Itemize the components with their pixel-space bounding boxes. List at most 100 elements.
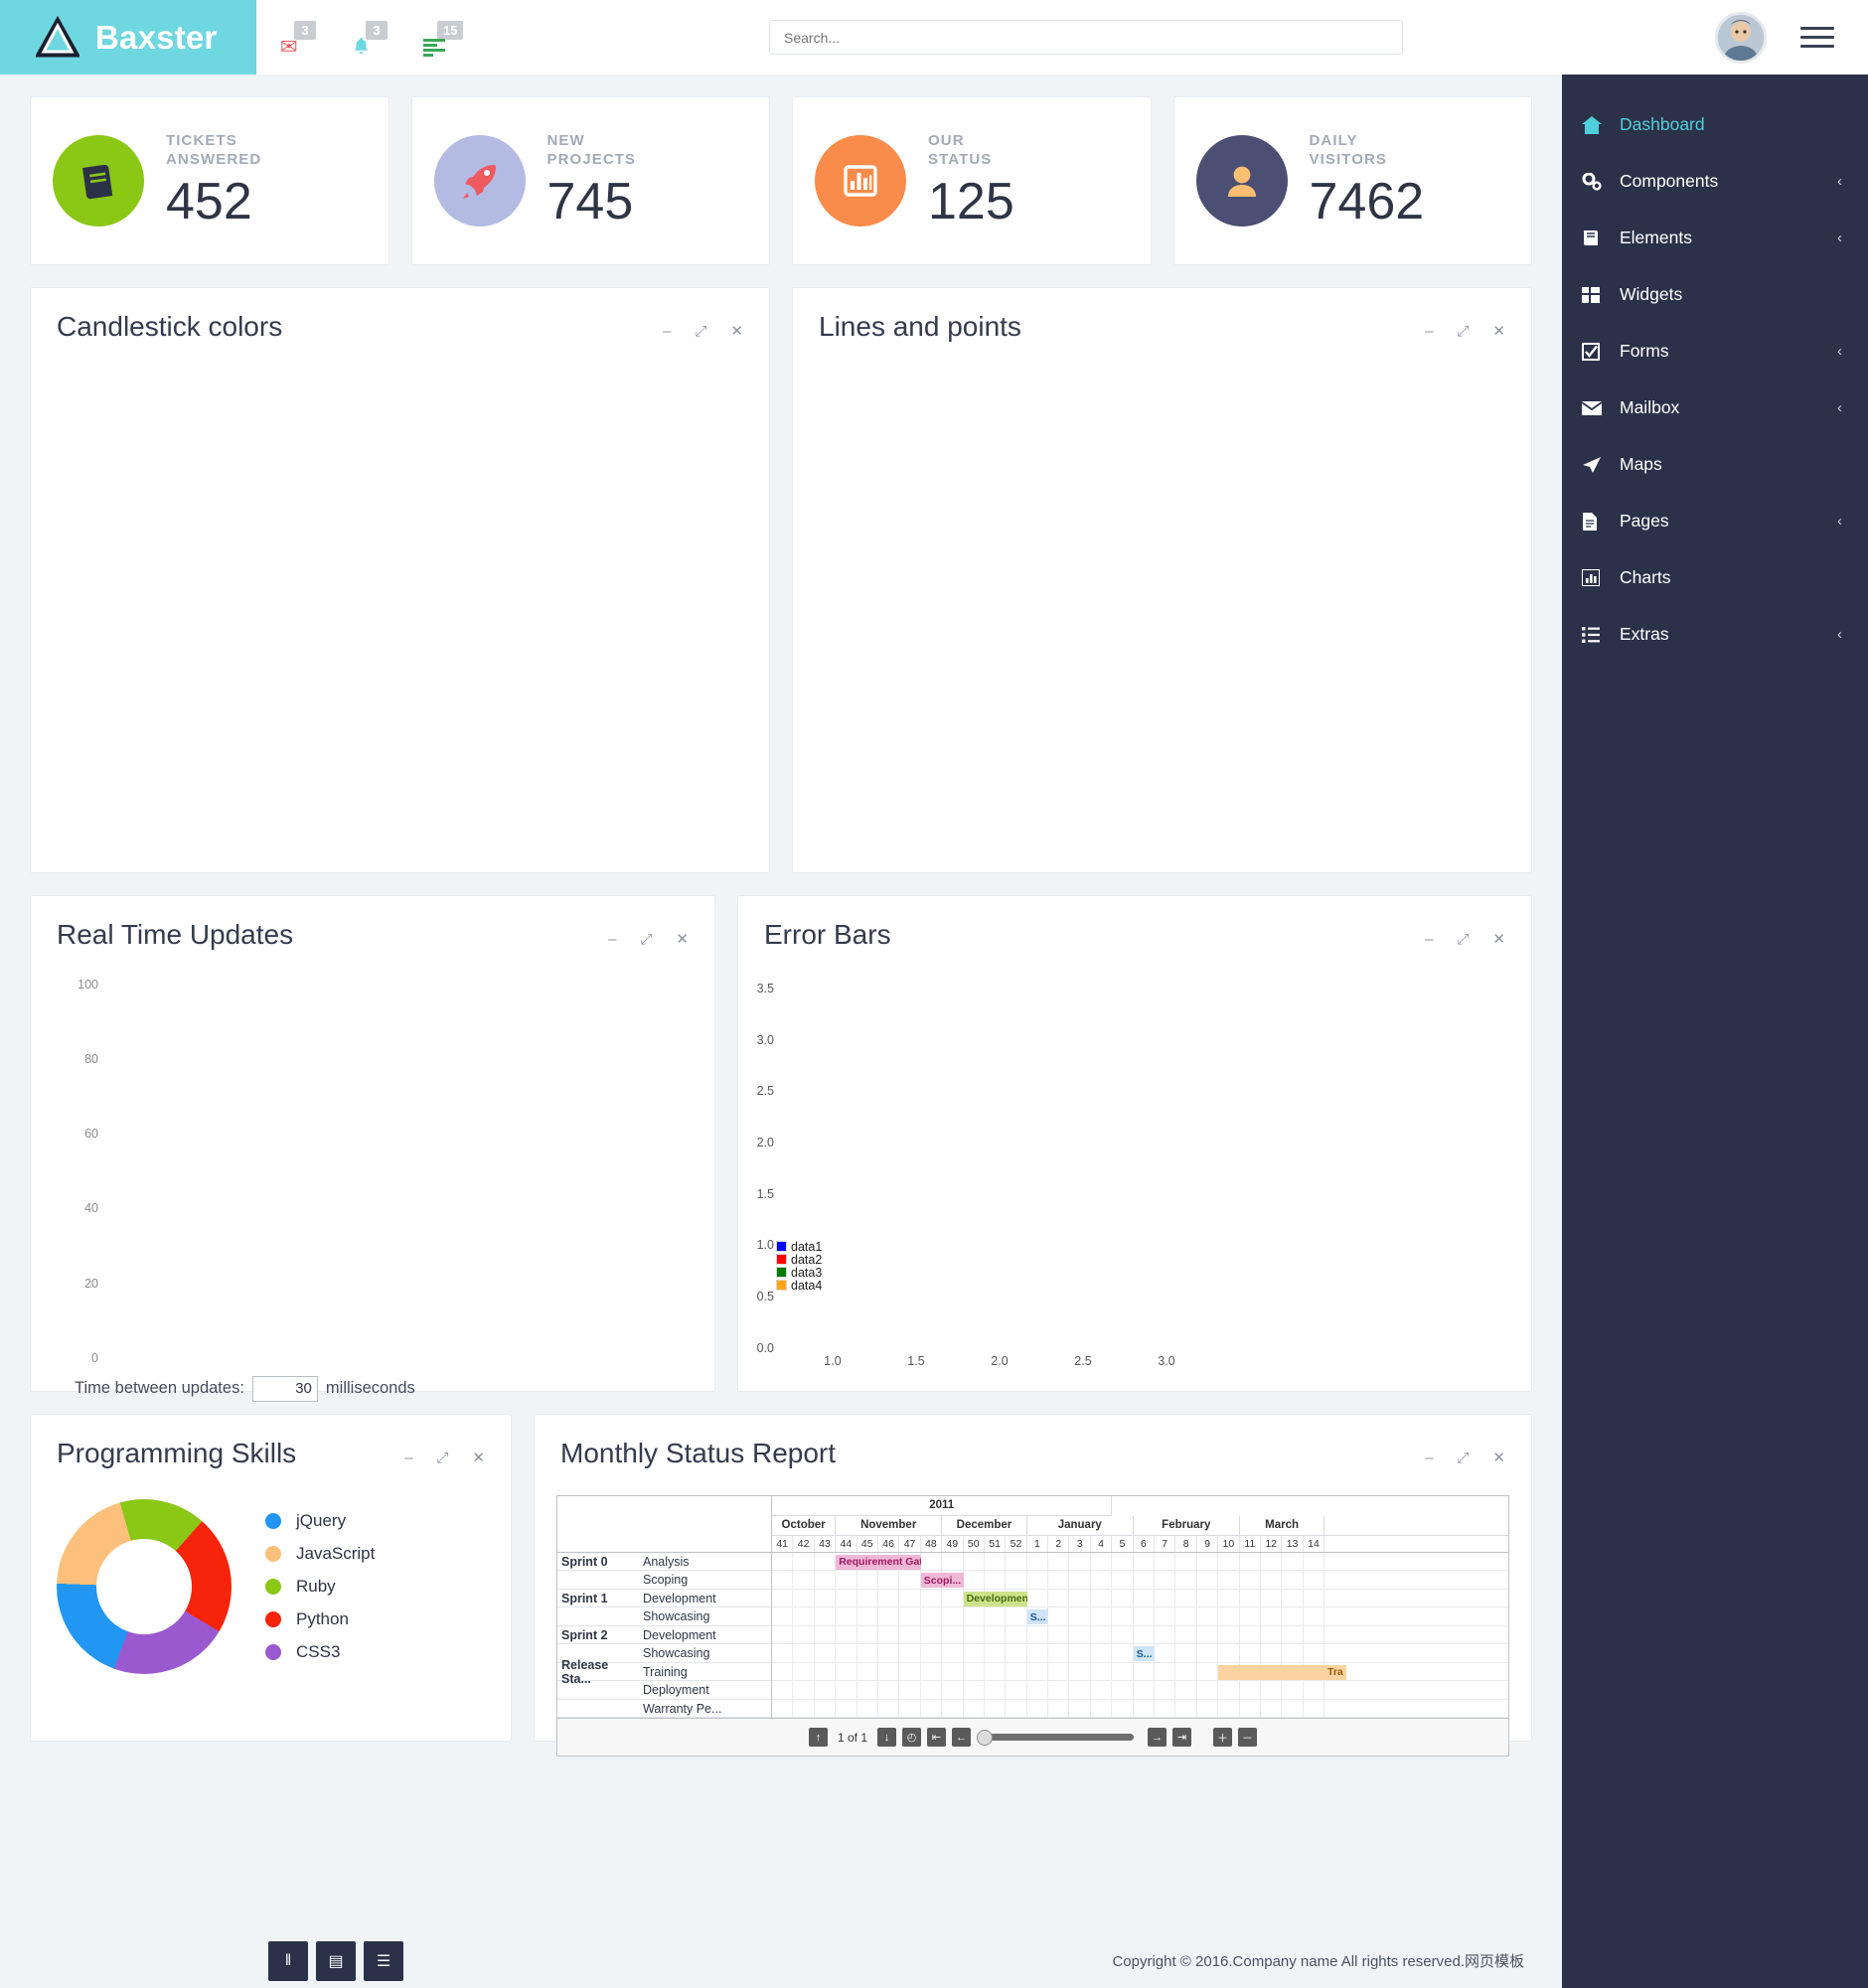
gantt-cell (1218, 1644, 1240, 1662)
search-input[interactable] (769, 20, 1403, 55)
gantt-week-label: 7 (1155, 1535, 1176, 1552)
close-icon[interactable]: ✕ (1492, 324, 1505, 339)
hamburger-menu[interactable] (1800, 27, 1834, 48)
gantt-bar[interactable]: Development (963, 1591, 1027, 1606)
brand-block[interactable]: Baxster (0, 0, 256, 75)
avatar[interactable] (1715, 11, 1767, 64)
gantt-scroll-down-button[interactable]: ↓ (877, 1728, 897, 1748)
gantt-cell (1240, 1644, 1261, 1662)
minimize-icon[interactable]: – (1425, 1451, 1433, 1465)
gantt-cell (1112, 1662, 1134, 1681)
stat-card-row: TICKETS ANSWERED 452 NEW PROJECTS 745 OU… (0, 96, 1562, 265)
legend-item[interactable]: CSS3 (265, 1642, 375, 1662)
close-icon[interactable]: ✕ (730, 324, 743, 339)
gantt-next-button[interactable]: → (1148, 1728, 1168, 1748)
legend-item[interactable]: Python (265, 1609, 375, 1629)
gantt-row-label: Sprint 0 Analysis (557, 1553, 771, 1572)
gantt-cell (1134, 1625, 1156, 1644)
minimize-icon[interactable]: – (1425, 324, 1433, 339)
minimize-icon[interactable]: – (663, 324, 671, 339)
update-interval-input[interactable] (251, 1375, 318, 1402)
gantt-slider-knob[interactable] (977, 1730, 994, 1747)
minimize-icon[interactable]: – (1425, 932, 1433, 947)
pause-button[interactable]: ‖ (268, 1940, 308, 1981)
legend-item[interactable]: Ruby (265, 1577, 375, 1597)
stat-icon-circle (433, 135, 526, 227)
topbar-icon-group: 3 ✉ 3 15 (256, 15, 464, 61)
minimize-icon[interactable]: – (608, 932, 616, 947)
gantt-cell (793, 1699, 815, 1718)
sidebar-item-mailbox[interactable]: Mailbox ‹ (1562, 380, 1868, 436)
gantt-cell (857, 1571, 878, 1589)
legend-item[interactable]: jQuery (265, 1511, 375, 1531)
gantt-bar[interactable]: Requirement Gat... (836, 1554, 921, 1570)
expand-icon[interactable]: ⤢ (640, 932, 652, 947)
stat-card-daily-visitors[interactable]: DAILY VISITORS 7462 (1172, 96, 1532, 265)
gantt-week-label: 9 (1197, 1535, 1219, 1552)
stat-card-tickets-answered[interactable]: TICKETS ANSWERED 452 (30, 96, 389, 265)
gantt-cell (921, 1644, 943, 1662)
close-icon[interactable]: ✕ (1492, 932, 1505, 947)
list-icon-button[interactable]: 15 (423, 20, 464, 61)
doc-button[interactable]: ☰ (364, 1940, 403, 1981)
location-icon (1582, 456, 1616, 474)
sidebar-item-dashboard[interactable]: Dashboard (1562, 96, 1868, 153)
gantt-cell (836, 1644, 857, 1662)
gantt-bar[interactable]: S... (1026, 1609, 1049, 1625)
sidebar-item-maps[interactable]: Maps (1562, 436, 1868, 493)
close-icon[interactable]: ✕ (472, 1451, 485, 1465)
close-icon[interactable]: ✕ (676, 932, 689, 947)
gantt-cell (1069, 1571, 1091, 1589)
mail-icon-button[interactable]: 3 ✉ (280, 20, 316, 61)
legend-item[interactable]: JavaScript (265, 1544, 375, 1564)
sidebar-item-elements[interactable]: Elements ‹ (1562, 210, 1868, 266)
chart-button[interactable]: ▤ (316, 1940, 356, 1981)
gantt-zoom-out-button[interactable]: － (1238, 1728, 1258, 1748)
gantt-cell (942, 1589, 964, 1607)
panel-real-time-updates: Real Time Updates – ⤢ ✕ 100 80 60 40 20 0 Tim… (30, 895, 715, 1402)
gantt-chart[interactable]: Sprint 0 Analysis Scoping Sprint 1 Developme… (556, 1494, 1509, 1758)
sidebar-item-widgets[interactable]: Widgets (1562, 266, 1868, 323)
expand-icon[interactable]: ⤢ (1457, 1451, 1469, 1465)
gantt-cell (815, 1644, 837, 1662)
gantt-task-name: Development (643, 1627, 716, 1642)
gantt-bar[interactable]: Tra (1218, 1664, 1346, 1680)
sidebar-item-pages[interactable]: Pages ‹ (1562, 493, 1868, 549)
stat-card-new-projects[interactable]: NEW PROJECTS 745 (410, 96, 770, 265)
gantt-clock-button[interactable]: ◴ (902, 1728, 922, 1748)
gantt-cell (1197, 1552, 1219, 1571)
gantt-scroll-up-button[interactable]: ↑ (808, 1728, 828, 1748)
gantt-bar[interactable]: S... (1133, 1646, 1156, 1662)
expand-icon[interactable]: ⤢ (695, 324, 706, 339)
gantt-bar[interactable]: Scopi... (920, 1573, 964, 1589)
expand-icon[interactable]: ⤢ (1457, 932, 1469, 947)
sidebar-label: Elements (1620, 228, 1692, 247)
minimize-icon[interactable]: – (404, 1451, 412, 1465)
gantt-cell (1240, 1625, 1261, 1644)
sidebar-item-components[interactable]: Components ‹ (1562, 153, 1868, 210)
gantt-cell (1240, 1552, 1261, 1571)
sidebar-item-extras[interactable]: Extras ‹ (1562, 606, 1868, 663)
gantt-cell (899, 1662, 921, 1681)
sidebar-item-charts[interactable]: Charts (1562, 549, 1868, 606)
gantt-week-label: 10 (1218, 1535, 1240, 1552)
stat-card-our-status[interactable]: OUR STATUS 125 (792, 96, 1152, 265)
gantt-month-label: March (1240, 1515, 1325, 1535)
gantt-cell (1134, 1662, 1156, 1681)
gantt-month-label: November (836, 1515, 943, 1535)
gantt-zoom-in-button[interactable]: ＋ (1213, 1728, 1233, 1748)
gantt-last-button[interactable]: ⇥ (1172, 1728, 1192, 1748)
stat-label-line2: PROJECTS (546, 150, 637, 168)
gantt-prev-button[interactable]: ← (952, 1728, 972, 1748)
gantt-row-labels: Sprint 0 Analysis Scoping Sprint 1 Developme… (557, 1495, 772, 1719)
gantt-timeline[interactable]: 2011 October November December January Februa… (772, 1495, 1508, 1719)
sidebar-item-forms[interactable]: Forms ‹ (1562, 323, 1868, 380)
gantt-first-button[interactable]: ⇤ (927, 1728, 947, 1748)
panel-header: Lines and points – ⤢ ✕ (793, 288, 1531, 343)
expand-icon[interactable]: ⤢ (436, 1451, 448, 1465)
expand-icon[interactable]: ⤢ (1457, 324, 1469, 339)
close-icon[interactable]: ✕ (1492, 1451, 1505, 1465)
gantt-zoom-slider[interactable] (977, 1730, 1135, 1747)
bell-icon-button[interactable]: 3 (352, 20, 388, 61)
gantt-cell (964, 1625, 985, 1644)
